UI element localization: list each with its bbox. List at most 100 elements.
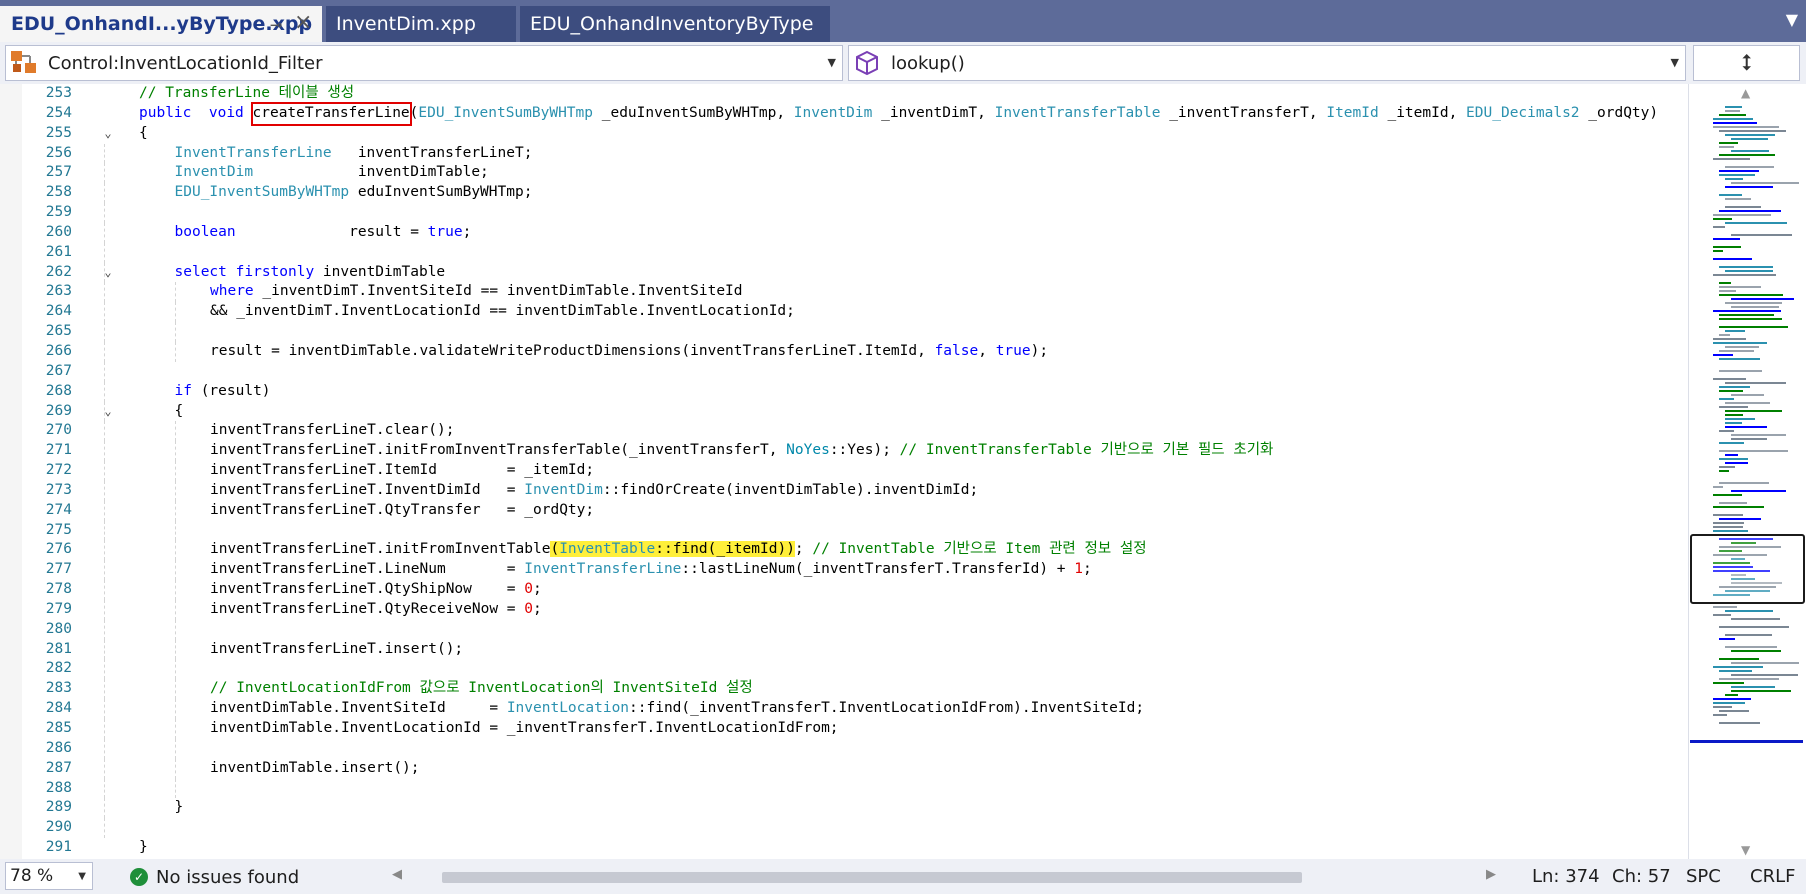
- indent-guide: [104, 758, 105, 779]
- tab-inventdim[interactable]: InventDim.xpp: [326, 6, 516, 42]
- class-hierarchy-icon: [6, 47, 42, 79]
- code-line[interactable]: 287 inventDimTable.insert();: [0, 758, 1688, 779]
- close-icon[interactable]: ×: [294, 10, 312, 35]
- code-token: 1: [1074, 561, 1083, 578]
- minimap-line: [1719, 502, 1747, 504]
- code-text: && _inventDimT.InventLocationId == inven…: [210, 302, 795, 322]
- horizontal-scrollbar[interactable]: ◀ ▶: [392, 865, 1496, 889]
- code-line[interactable]: 254 public void createTransferLine(EDU_In…: [0, 104, 1688, 124]
- code-line[interactable]: 256 InventTransferLine inventTransferLine…: [0, 143, 1688, 164]
- type-member-dropdown[interactable]: Control:InventLocationId_Filter ▼: [5, 45, 843, 81]
- code-line[interactable]: 264 && _inventDimT.InventLocationId == in…: [0, 302, 1688, 323]
- tab-active-file[interactable]: EDU_OnhandI...yByType.xpp ⊸ ×: [0, 6, 322, 42]
- code-comment: // InventTable 기반으로 Item 관련 정보 설정: [812, 541, 1147, 558]
- code-text: if (result): [175, 382, 271, 402]
- minimap-line: [1719, 518, 1761, 520]
- code-line[interactable]: 271 inventTransferLineT.initFromInventTra…: [0, 441, 1688, 462]
- code-line[interactable]: 283 // InventLocationIdFrom 값으로 InventLoc…: [0, 679, 1688, 700]
- code-text: boolean result = true;: [175, 223, 472, 243]
- indent-guide: [104, 818, 105, 839]
- line-indicator[interactable]: Ln: 374: [1532, 864, 1600, 890]
- code-line[interactable]: 265: [0, 322, 1688, 342]
- code-line[interactable]: 269 ⌄ {: [0, 401, 1688, 422]
- code-line[interactable]: 276 inventTransferLineT.initFromInventTab…: [0, 540, 1688, 561]
- line-number: 291: [45, 839, 72, 856]
- minimap-line: [1719, 638, 1735, 640]
- scroll-left-arrow-icon[interactable]: ◀: [392, 867, 402, 882]
- minimap-line: [1719, 334, 1731, 336]
- code-line[interactable]: 263 where _inventDimT.InventSiteId == inv…: [0, 282, 1688, 303]
- code-line[interactable]: 270 inventTransferLineT.clear();: [0, 421, 1688, 442]
- code-line[interactable]: 289}: [0, 798, 1688, 819]
- scroll-down-arrow-icon[interactable]: ▼: [1741, 843, 1750, 857]
- code-text: inventTransferLineT.insert();: [210, 640, 463, 660]
- code-line[interactable]: 267: [0, 361, 1688, 382]
- minimap-line: [1719, 290, 1737, 292]
- code-line[interactable]: 259: [0, 203, 1688, 223]
- code-line[interactable]: 277 inventTransferLineT.LineNum = InventT…: [0, 560, 1688, 581]
- minimap-scrollbar[interactable]: ▲ ▼: [1688, 84, 1806, 859]
- minimap-line: [1725, 198, 1751, 200]
- code-token: InventDim: [524, 481, 603, 498]
- spacing-indicator[interactable]: SPC: [1686, 864, 1721, 890]
- fold-chevron-icon[interactable]: ⌄: [100, 263, 116, 283]
- code-line[interactable]: 282: [0, 659, 1688, 680]
- pin-icon[interactable]: ⊸: [270, 16, 283, 34]
- code-line[interactable]: 290: [0, 818, 1688, 839]
- minimap-viewport[interactable]: [1690, 534, 1805, 604]
- scroll-right-arrow-icon[interactable]: ▶: [1486, 867, 1496, 882]
- code-token: InventTransferTable: [994, 104, 1161, 121]
- minimap-line: [1713, 706, 1732, 708]
- tab-onhand-inventory[interactable]: EDU_OnhandInventoryByType: [520, 6, 830, 42]
- code-line[interactable]: 273 inventTransferLineT.InventDimId = Inv…: [0, 480, 1688, 501]
- indent-guide: [104, 401, 105, 422]
- code-line[interactable]: 286: [0, 738, 1688, 759]
- fold-chevron-icon[interactable]: ⌄: [100, 402, 116, 422]
- char-indicator[interactable]: Ch: 57: [1612, 864, 1671, 890]
- code-line[interactable]: 258 EDU_InventSumByWHTmp eduInventSumByWH…: [0, 183, 1688, 204]
- line-number: 253: [45, 85, 72, 101]
- code-line[interactable]: 281 inventTransferLineT.insert();: [0, 639, 1688, 660]
- code-line[interactable]: 268 if (result): [0, 381, 1688, 402]
- code-line[interactable]: 260 boolean result = true;: [0, 222, 1688, 243]
- minimap-line: [1713, 506, 1764, 508]
- code-line[interactable]: 266 result = inventDimTable.validateWrite…: [0, 341, 1688, 362]
- line-ending-indicator[interactable]: CRLF: [1750, 864, 1795, 890]
- code-line[interactable]: 255 ⌄ {: [0, 124, 1688, 144]
- code-line[interactable]: 261: [0, 242, 1688, 263]
- indent-guide: [104, 659, 105, 680]
- code-line[interactable]: 278 inventTransferLineT.QtyShipNow = 0;: [0, 580, 1688, 600]
- code-line[interactable]: 288: [0, 778, 1688, 799]
- code-line[interactable]: 275: [0, 520, 1688, 541]
- fold-chevron-icon[interactable]: ⌄: [100, 124, 116, 144]
- minimap-line: [1725, 634, 1772, 636]
- code-line[interactable]: 285 inventDimTable.InventLocationId = _in…: [0, 719, 1688, 739]
- code-line[interactable]: 280: [0, 619, 1688, 640]
- minimap-line: [1719, 466, 1735, 468]
- line-number: 290: [45, 819, 72, 836]
- method-dropdown[interactable]: lookup() ▼: [848, 45, 1686, 81]
- code-line[interactable]: 262 ⌄ select firstonly inventDimTable: [0, 262, 1688, 283]
- horizontal-scroll-thumb[interactable]: [442, 872, 1302, 883]
- line-number: 258: [45, 184, 72, 201]
- code-line[interactable]: 272 inventTransferLineT.ItemId = _itemId;: [0, 461, 1688, 481]
- zoom-dropdown[interactable]: 78 % ▼: [5, 862, 93, 890]
- code-token: inventDimTable.InventSiteId =: [210, 700, 507, 717]
- code-text: inventDimTable.InventSiteId = InventLoca…: [210, 699, 1144, 719]
- split-editor-button[interactable]: ⭥: [1693, 45, 1800, 81]
- code-line[interactable]: 291}: [0, 838, 1688, 858]
- minimap-line: [1719, 390, 1743, 392]
- code-token: ;: [462, 223, 472, 240]
- code-editor[interactable]: 253 // TransferLine 테이블 생성 254 public void …: [0, 84, 1688, 859]
- tab-overflow-chevron-icon[interactable]: ▼: [1786, 10, 1798, 29]
- line-number: 282: [45, 660, 72, 677]
- code-line[interactable]: 257 InventDim inventDimTable;: [0, 163, 1688, 184]
- scroll-up-arrow-icon[interactable]: ▲: [1741, 86, 1750, 100]
- code-line[interactable]: 253 // TransferLine 테이블 생성: [0, 84, 1688, 104]
- code-line[interactable]: 279 inventTransferLineT.QtyReceiveNow = 0…: [0, 599, 1688, 620]
- minimap-line: [1719, 398, 1735, 400]
- issues-indicator[interactable]: ✓ No issues found: [130, 863, 299, 891]
- code-line[interactable]: 284 inventDimTable.InventSiteId = InventL…: [0, 699, 1688, 719]
- code-line[interactable]: 274 inventTransferLineT.QtyTransfer = _or…: [0, 500, 1688, 521]
